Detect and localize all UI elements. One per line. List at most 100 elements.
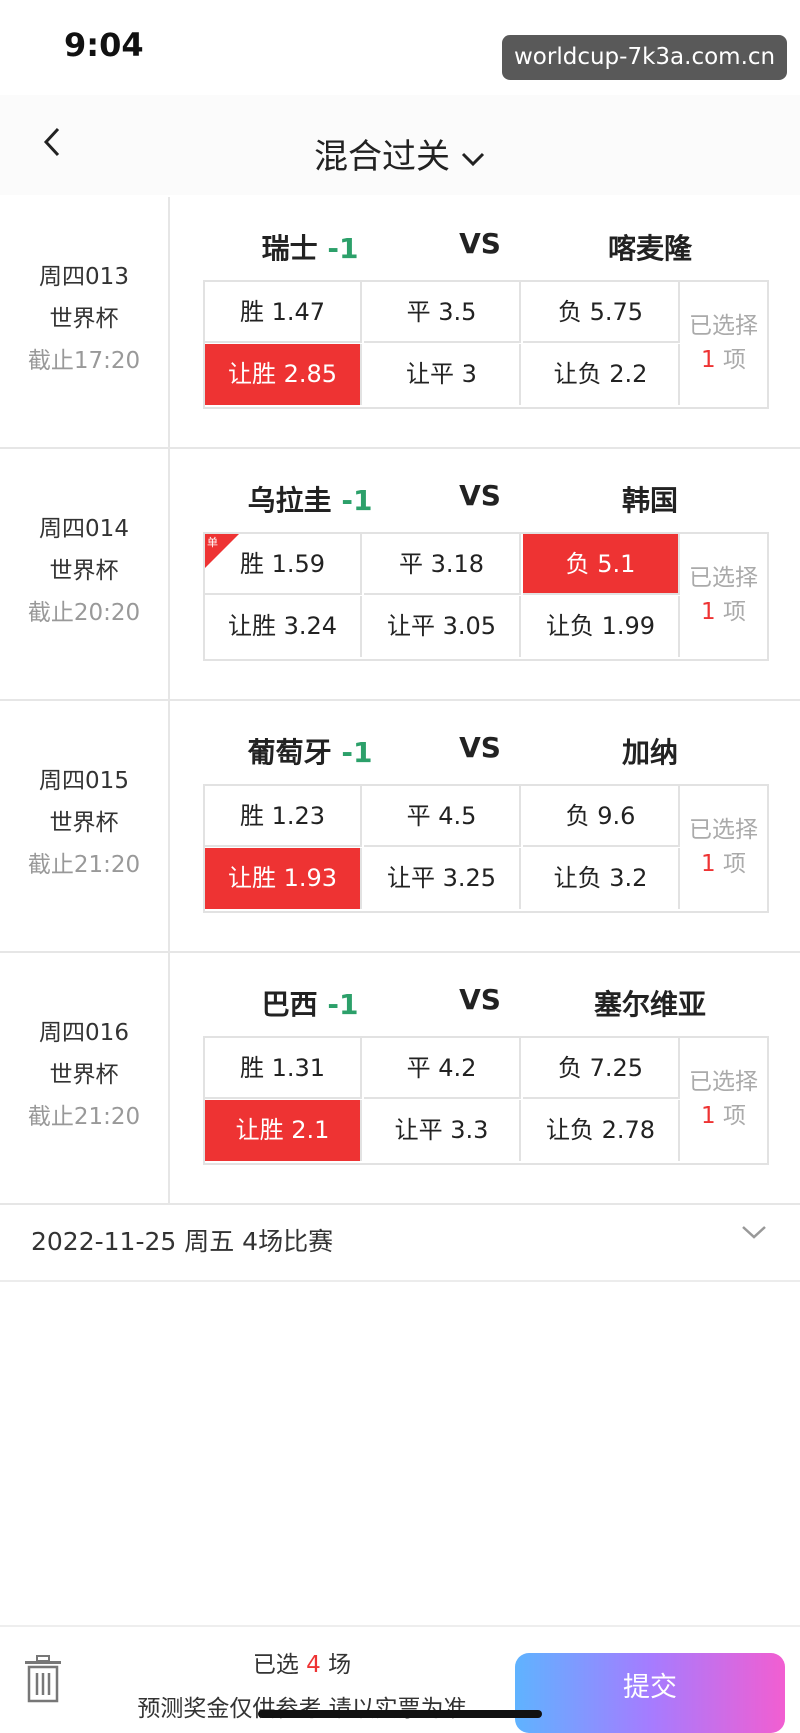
match-league: 世界杯 bbox=[49, 810, 119, 836]
selected-count: 4 bbox=[306, 1652, 321, 1678]
match-deadline: 截止21:20 bbox=[27, 1104, 141, 1130]
selection-count-number: 1 bbox=[701, 599, 716, 625]
odds-option[interactable]: 让负 2.2 bbox=[523, 344, 680, 405]
odds-option[interactable]: 胜 1.31 bbox=[205, 1038, 362, 1099]
home-team: 巴西 -1 bbox=[200, 983, 420, 1023]
odds-option[interactable]: 平 3.18 bbox=[364, 534, 521, 595]
odds-option[interactable]: 负 5.1 bbox=[523, 534, 680, 595]
selection-count-label: 已选择 bbox=[689, 817, 758, 843]
match-code: 周四016 bbox=[39, 1020, 129, 1046]
vs-label: VS bbox=[459, 479, 501, 512]
odds-option[interactable]: 负 9.6 bbox=[523, 786, 680, 847]
home-team: 乌拉圭 -1 bbox=[200, 479, 420, 519]
odds-option[interactable]: 让胜 2.85 bbox=[205, 344, 362, 405]
odds-option[interactable]: 胜 1.23 bbox=[205, 786, 362, 847]
date-section-label: 2022-11-25 周五 4场比赛 bbox=[31, 1227, 334, 1256]
match-row: 周四016 世界杯截止21:20 巴西 -1 VS 塞尔维亚胜 1.31 平 4.2 负 7… bbox=[0, 953, 800, 1205]
selection-count-unit: 项 bbox=[722, 851, 746, 877]
selection-count[interactable]: 已选择 1 项 bbox=[682, 1038, 765, 1163]
vs-label: VS bbox=[459, 983, 501, 1016]
match-info: 周四013 世界杯截止17:20 bbox=[0, 197, 170, 447]
match-row: 周四013 世界杯截止17:20 瑞士 -1 VS 喀麦隆胜 1.47 平 3.5 负 5.… bbox=[0, 197, 800, 449]
chevron-down-icon bbox=[740, 1218, 768, 1248]
odds-grid: 胜 1.59 平 3.18 负 5.1 让胜 3.24 让平 3.05 让负 1.99 单已… bbox=[203, 532, 769, 661]
status-time: 9:04 bbox=[64, 26, 144, 64]
handicap: -1 bbox=[341, 484, 373, 517]
match-info: 周四014 世界杯 截止20:20 bbox=[0, 449, 170, 699]
odds-option[interactable]: 让负 2.78 bbox=[523, 1100, 680, 1161]
away-team: 塞尔维亚 bbox=[593, 988, 706, 1021]
odds-option[interactable]: 平 3.5 bbox=[364, 282, 521, 343]
match-code: 周四015 bbox=[39, 768, 129, 794]
match-row: 周四015 世界杯截止21:20 葡萄牙 -1 VS 加纳胜 1.23 平 4.5 负 9.… bbox=[0, 701, 800, 953]
selection-count[interactable]: 已选择 1 项 bbox=[682, 534, 765, 659]
selection-count-number: 1 bbox=[701, 851, 716, 877]
date-section-header[interactable]: 2022-11-25 周五 4场比赛 bbox=[0, 1198, 800, 1282]
match-deadline: 截止17:20 bbox=[27, 348, 141, 374]
home-team-name: 巴西 bbox=[261, 988, 318, 1021]
odds-option[interactable]: 负 5.75 bbox=[523, 282, 680, 343]
chevron-down-icon bbox=[460, 142, 486, 175]
nav-bar: 混合过关 bbox=[0, 95, 800, 195]
match-deadline: 截止21:20 bbox=[27, 852, 141, 878]
match-code: 周四013 bbox=[39, 264, 129, 290]
selected-prefix: 已选 bbox=[252, 1652, 299, 1678]
selection-count-unit: 项 bbox=[722, 1103, 746, 1129]
odds-option[interactable]: 让负 1.99 bbox=[523, 596, 680, 657]
trash-icon[interactable] bbox=[22, 1655, 64, 1703]
match-league: 世界杯 bbox=[49, 306, 119, 332]
match-row: 周四014 世界杯 截止20:20 乌拉圭 -1 VS 韩国胜 1.59 平 3.18 负 5… bbox=[0, 449, 800, 701]
odds-option[interactable]: 胜 1.47 bbox=[205, 282, 362, 343]
odds-option[interactable]: 让负 3.2 bbox=[523, 848, 680, 909]
selection-count-label: 已选择 bbox=[689, 1069, 758, 1095]
selected-suffix: 场 bbox=[328, 1652, 352, 1678]
home-team-name: 瑞士 bbox=[261, 232, 318, 265]
match-teams: 巴西 -1 VS 塞尔维亚 bbox=[200, 983, 760, 1023]
away-team: 韩国 bbox=[621, 484, 678, 517]
match-teams: 瑞士 -1 VS 喀麦隆 bbox=[200, 227, 760, 267]
selection-count-label: 已选择 bbox=[689, 565, 758, 591]
submit-button[interactable]: 提交 bbox=[515, 1653, 785, 1733]
odds-option[interactable]: 平 4.5 bbox=[364, 786, 521, 847]
selection-count-number: 1 bbox=[701, 1103, 716, 1129]
handicap: -1 bbox=[341, 736, 373, 769]
home-team-name: 乌拉圭 bbox=[247, 484, 332, 517]
odds-grid: 胜 1.23 平 4.5 负 9.6 让胜 1.93 让平 3.25 让负 3.2 已选择 1… bbox=[203, 784, 769, 913]
handicap: -1 bbox=[327, 232, 359, 265]
selection-count-number: 1 bbox=[701, 347, 716, 373]
match-league: 世界杯 bbox=[49, 1062, 119, 1088]
selection-count-unit: 项 bbox=[722, 599, 746, 625]
odds-option[interactable]: 让胜 2.1 bbox=[205, 1100, 362, 1161]
odds-grid: 胜 1.31 平 4.2 负 7.25 让胜 2.1 让平 3.3 让负 2.78 已选择 1… bbox=[203, 1036, 769, 1165]
single-badge: 单 bbox=[205, 534, 239, 568]
home-team: 葡萄牙 -1 bbox=[200, 731, 420, 771]
page-title: 混合过关 bbox=[314, 137, 450, 177]
play-type-selector[interactable]: 混合过关 bbox=[0, 129, 800, 178]
selection-count[interactable]: 已选择 1 项 bbox=[682, 786, 765, 911]
odds-option[interactable]: 平 4.2 bbox=[364, 1038, 521, 1099]
odds-option[interactable]: 让胜 3.24 bbox=[205, 596, 362, 657]
selection-count[interactable]: 已选择 1 项 bbox=[682, 282, 765, 407]
match-info: 周四015 世界杯截止21:20 bbox=[0, 701, 170, 951]
home-team: 瑞士 -1 bbox=[200, 227, 420, 267]
odds-option[interactable]: 让平 3 bbox=[364, 344, 521, 405]
away-team: 喀麦隆 bbox=[607, 232, 692, 265]
away-team: 加纳 bbox=[621, 736, 678, 769]
odds-option[interactable]: 让平 3.3 bbox=[364, 1100, 521, 1161]
selection-count-unit: 项 bbox=[722, 347, 746, 373]
odds-option[interactable]: 让胜 1.93 bbox=[205, 848, 362, 909]
single-badge-label: 单 bbox=[207, 536, 218, 549]
match-info: 周四016 世界杯截止21:20 bbox=[0, 953, 170, 1203]
match-league: 世界杯 bbox=[49, 558, 119, 584]
odds-option[interactable]: 让平 3.25 bbox=[364, 848, 521, 909]
watermark: worldcup-7k3a.com.cn bbox=[502, 35, 788, 80]
match-code: 周四014 bbox=[39, 516, 129, 542]
odds-option[interactable]: 负 7.25 bbox=[523, 1038, 680, 1099]
match-list: 周四013 世界杯 截止17:20 瑞士 -1 VS 喀麦隆胜 1.47 平 3.5 负 5.… bbox=[0, 197, 800, 1205]
odds-option[interactable]: 让平 3.05 bbox=[364, 596, 521, 657]
odds-grid: 胜 1.47 平 3.5 负 5.75 让胜 2.85 让平 3 让负 2.2 已选择 1 项 bbox=[203, 280, 769, 409]
vs-label: VS bbox=[459, 227, 501, 260]
vs-label: VS bbox=[459, 731, 501, 764]
match-teams: 葡萄牙 -1 VS 加纳 bbox=[200, 731, 760, 771]
status-bar: 9:04 worldcup-7k3a.com.cn bbox=[0, 0, 800, 95]
